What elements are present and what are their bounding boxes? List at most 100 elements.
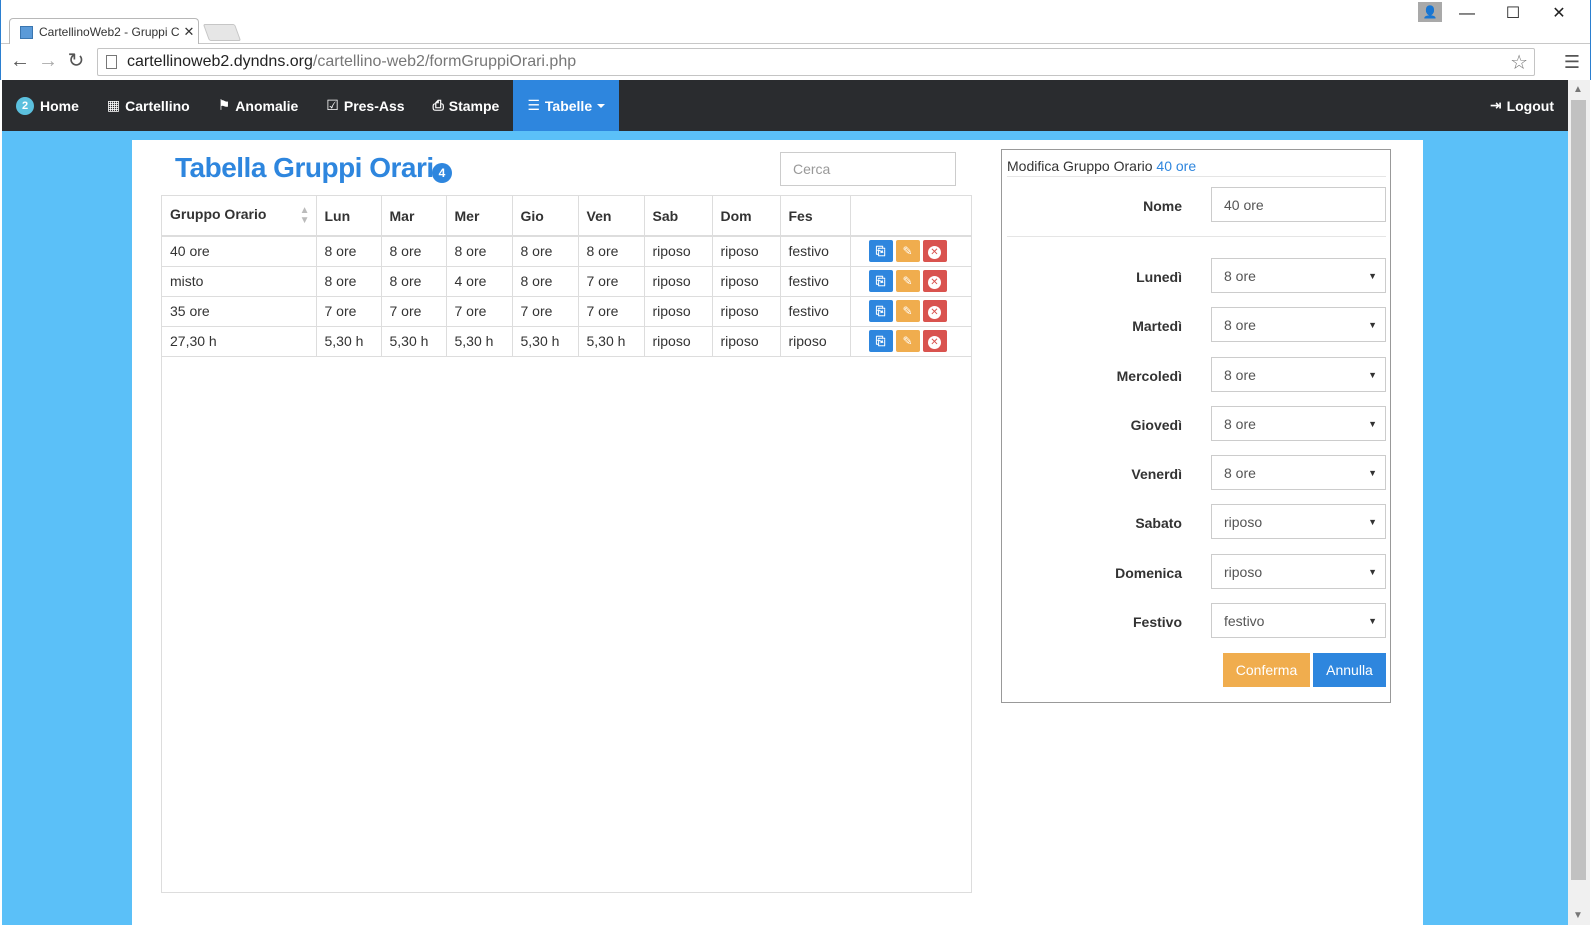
nav-pres-ass-label: Pres-Ass bbox=[343, 97, 405, 114]
nav-tabelle-label: Tabelle bbox=[544, 97, 593, 114]
tab-strip: CartellinoWeb2 - Gruppi C ✕ 👤 — ☐ ✕ bbox=[1, 0, 1590, 45]
divider bbox=[1007, 176, 1386, 177]
favicon-icon bbox=[20, 25, 33, 39]
cell-mar: 5,30 h bbox=[381, 326, 447, 357]
nav-tabelle[interactable]: ☰ Tabelle bbox=[513, 80, 620, 131]
col-header-gio: Gio bbox=[512, 196, 579, 237]
address-bar[interactable]: cartellinoweb2.dyndns.org/cartellino-web… bbox=[97, 48, 1535, 76]
page-scrollbar[interactable]: ▲ ▼ bbox=[1568, 80, 1590, 925]
domenica-select[interactable]: riposo ▼ bbox=[1211, 554, 1386, 589]
col-header-gruppo-orario[interactable]: Gruppo Orario ▲ ▼ bbox=[162, 196, 317, 237]
edit-button[interactable]: ✎ bbox=[895, 240, 920, 263]
venerdi-value: 8 ore bbox=[1224, 464, 1256, 481]
cell-dom: riposo bbox=[712, 236, 781, 267]
cell-sab: riposo bbox=[644, 326, 713, 357]
maximize-icon[interactable]: ☐ bbox=[1496, 2, 1530, 26]
edit-button[interactable]: ✎ bbox=[895, 330, 920, 352]
sort-icon[interactable]: ▲ ▼ bbox=[300, 205, 310, 226]
browser-tab[interactable]: CartellinoWeb2 - Gruppi C ✕ bbox=[9, 18, 199, 45]
lunedi-select[interactable]: 8 ore ▼ bbox=[1211, 258, 1386, 293]
scroll-up-icon[interactable]: ▲ bbox=[1573, 84, 1583, 95]
delete-button[interactable]: ✕ bbox=[922, 330, 947, 352]
bookmark-star-icon[interactable]: ☆ bbox=[1510, 50, 1528, 75]
nav-cartellino[interactable]: ▦ Cartellino bbox=[93, 80, 204, 131]
cell-mer: 8 ore bbox=[446, 236, 513, 267]
table-row[interactable]: 40 ore 8 ore 8 ore 8 ore 8 ore 8 ore rip… bbox=[162, 236, 971, 267]
festivo-select[interactable]: festivo ▼ bbox=[1211, 603, 1386, 638]
nav-cartellino-label: Cartellino bbox=[125, 97, 190, 114]
venerdi-select[interactable]: 8 ore ▼ bbox=[1211, 455, 1386, 490]
domenica-label: Domenica bbox=[1115, 565, 1182, 581]
app-navbar: 2 Home ▦ Cartellino ⚑ Anomalie ☑ Pres-As… bbox=[2, 80, 1568, 131]
cell-lun: 8 ore bbox=[316, 236, 382, 267]
url-path: /cartellino-web2/formGruppiOrari.php bbox=[312, 53, 577, 70]
copy-button[interactable]: ⎘ bbox=[868, 270, 893, 292]
browser-menu-icon[interactable]: ☰ bbox=[1564, 52, 1580, 73]
back-icon[interactable]: ← bbox=[9, 50, 31, 72]
copy-button[interactable]: ⎘ bbox=[868, 240, 893, 263]
minimize-icon[interactable]: — bbox=[1450, 2, 1484, 26]
cell-ven: 7 ore bbox=[578, 296, 645, 327]
cell-gruppo: 27,30 h bbox=[162, 326, 317, 357]
giovedi-select[interactable]: 8 ore ▼ bbox=[1211, 406, 1386, 441]
edit-button[interactable]: ✎ bbox=[895, 300, 920, 322]
scroll-down-icon[interactable]: ▼ bbox=[1573, 910, 1583, 921]
table-row[interactable]: misto 8 ore 8 ore 4 ore 8 ore 7 ore ripo… bbox=[162, 266, 971, 297]
cell-lun: 8 ore bbox=[316, 266, 382, 297]
martedi-select[interactable]: 8 ore ▼ bbox=[1211, 307, 1386, 342]
festivo-value: festivo bbox=[1224, 612, 1265, 629]
copy-button[interactable]: ⎘ bbox=[868, 330, 893, 352]
copy-button[interactable]: ⎘ bbox=[868, 300, 893, 322]
cell-lun: 5,30 h bbox=[316, 326, 382, 357]
nav-logout[interactable]: ⇥ Logout bbox=[1476, 80, 1568, 131]
cell-ven: 5,30 h bbox=[578, 326, 645, 357]
cell-mar: 8 ore bbox=[381, 236, 447, 267]
row-actions: ⎘ ✎ ✕ bbox=[850, 326, 971, 357]
edit-header-value: 40 ore bbox=[1156, 158, 1197, 174]
mercoledi-select[interactable]: 8 ore ▼ bbox=[1211, 357, 1386, 392]
new-tab-button[interactable] bbox=[202, 24, 242, 41]
cell-ven: 7 ore bbox=[578, 266, 645, 297]
nome-input[interactable]: 40 ore bbox=[1211, 187, 1386, 222]
cell-dom: riposo bbox=[712, 296, 781, 327]
dropdown-arrow-icon: ▼ bbox=[1368, 320, 1377, 330]
user-profile-icon[interactable]: 👤 bbox=[1418, 2, 1442, 22]
nav-stampe[interactable]: ⎙ Stampe bbox=[419, 80, 514, 131]
confirm-button[interactable]: Conferma bbox=[1223, 653, 1310, 687]
cell-mar: 7 ore bbox=[381, 296, 447, 327]
edit-button[interactable]: ✎ bbox=[895, 270, 920, 292]
tab-close-icon[interactable]: ✕ bbox=[180, 24, 198, 40]
col-header-actions bbox=[850, 196, 971, 237]
row-actions: ⎘ ✎ ✕ bbox=[850, 296, 971, 327]
cell-fes: festivo bbox=[780, 236, 851, 267]
check-square-icon: ☑ bbox=[326, 97, 339, 113]
scroll-thumb[interactable] bbox=[1571, 100, 1586, 880]
table-row[interactable]: 35 ore 7 ore 7 ore 7 ore 7 ore 7 ore rip… bbox=[162, 296, 971, 327]
delete-button[interactable]: ✕ bbox=[922, 300, 947, 322]
cell-mer: 5,30 h bbox=[446, 326, 513, 357]
delete-button[interactable]: ✕ bbox=[922, 270, 947, 292]
close-window-icon[interactable]: ✕ bbox=[1542, 2, 1576, 26]
nav-logout-label: Logout bbox=[1506, 97, 1554, 114]
nav-pres-ass[interactable]: ☑ Pres-Ass bbox=[312, 80, 418, 131]
cell-gio: 8 ore bbox=[512, 236, 579, 267]
cancel-button[interactable]: Annulla bbox=[1313, 653, 1386, 687]
flag-icon: ⚑ bbox=[217, 97, 231, 113]
nav-stampe-label: Stampe bbox=[448, 97, 500, 114]
col-header-mar: Mar bbox=[381, 196, 447, 237]
nav-anomalie[interactable]: ⚑ Anomalie bbox=[204, 80, 313, 131]
search-input[interactable] bbox=[780, 152, 956, 186]
sabato-select[interactable]: riposo ▼ bbox=[1211, 504, 1386, 539]
giovedi-label: Giovedì bbox=[1130, 417, 1182, 433]
mercoledi-value: 8 ore bbox=[1224, 366, 1256, 383]
table-row[interactable]: 27,30 h 5,30 h 5,30 h 5,30 h 5,30 h 5,30… bbox=[162, 326, 971, 357]
cell-sab: riposo bbox=[644, 296, 713, 327]
delete-button[interactable]: ✕ bbox=[922, 240, 947, 263]
nav-home[interactable]: 2 Home bbox=[2, 80, 93, 131]
reload-icon[interactable]: ↻ bbox=[65, 50, 87, 72]
cell-ven: 8 ore bbox=[578, 236, 645, 267]
forward-icon[interactable]: → bbox=[37, 50, 59, 72]
cell-mar: 8 ore bbox=[381, 266, 447, 297]
col-header-mer: Mer bbox=[446, 196, 513, 237]
